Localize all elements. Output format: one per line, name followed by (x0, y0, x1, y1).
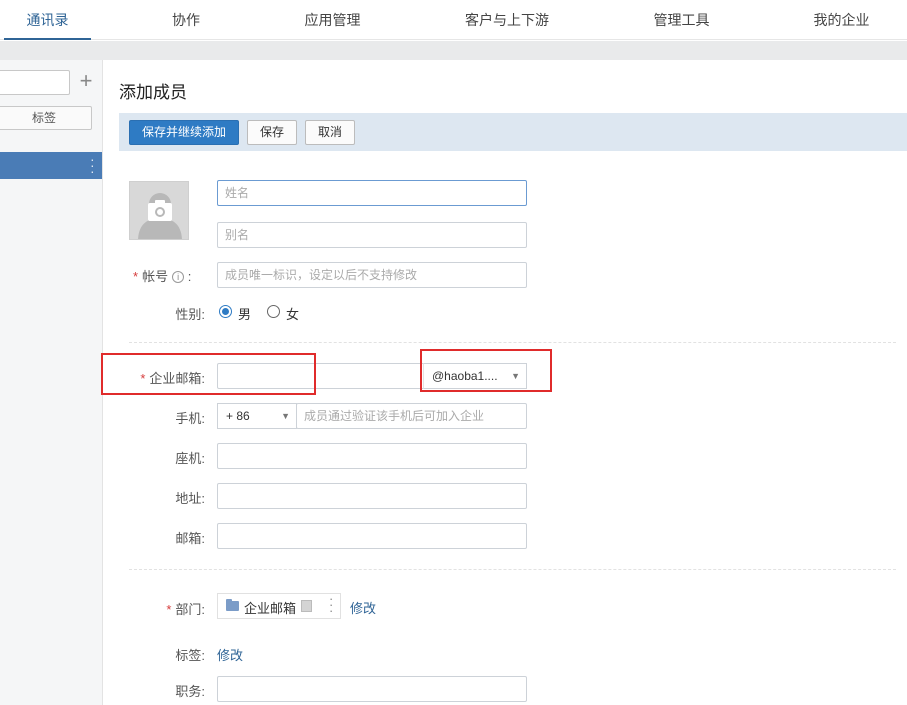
account-input[interactable]: 成员唯一标识，设定以后不支持修改 (217, 262, 527, 288)
department-label: * 部门: (140, 599, 205, 618)
required-mark: * (133, 269, 139, 284)
landline-label: 座机: (175, 451, 205, 466)
account-label: * 帐号 i : (133, 269, 192, 284)
highlight-box-domain (420, 349, 552, 392)
email-input[interactable] (217, 523, 527, 549)
save-and-continue-button[interactable]: 保存并继续添加 (129, 120, 239, 145)
alias-input[interactable]: 别名 (217, 222, 527, 248)
tab-management-tools[interactable]: 管理工具 (644, 0, 719, 40)
list-icon (301, 600, 312, 612)
gender-male-radio[interactable] (219, 305, 232, 318)
cancel-button[interactable]: 取消 (305, 120, 355, 145)
avatar[interactable] (129, 181, 189, 240)
sidebar-search-input[interactable] (0, 70, 70, 95)
more-icon[interactable]: · · · (90, 152, 95, 178)
form-toolbar: 保存并继续添加 保存 取消 (119, 113, 907, 151)
highlight-box-email (101, 353, 316, 395)
position-label: 职务: (175, 684, 205, 699)
country-code-select[interactable]: + 86 ▼ (217, 403, 297, 429)
address-input[interactable] (217, 483, 527, 509)
sidebar-tag-button[interactable]: 标签 (0, 106, 92, 130)
page-title: 添加成员 (119, 83, 187, 102)
gender-label: 性别: (175, 307, 205, 322)
more-icon[interactable]: · · · (329, 592, 333, 617)
save-button[interactable]: 保存 (247, 120, 297, 145)
tag-label: 标签: (175, 648, 205, 663)
department-name: 企业邮箱 (244, 601, 297, 616)
tag-edit-link[interactable]: 修改 (217, 645, 243, 664)
mobile-label: 手机: (175, 411, 205, 426)
account-label-text: 帐号 (142, 269, 169, 284)
address-label: 地址: (175, 491, 205, 506)
section-divider (129, 342, 896, 343)
add-icon[interactable]: + (77, 69, 95, 95)
tab-contacts[interactable]: 通讯录 (4, 0, 91, 40)
department-label-text: 部门: (175, 602, 205, 617)
mobile-input[interactable]: 成员通过验证该手机后可加入企业 (296, 403, 527, 429)
info-icon[interactable]: i (172, 271, 185, 283)
section-divider (129, 569, 896, 570)
person-avatar-icon (138, 193, 182, 239)
sidebar: + 标签 · · · (0, 60, 103, 705)
top-nav: 通讯录 协作 应用管理 客户与上下游 管理工具 我的企业 (0, 0, 907, 40)
gender-female-radio[interactable] (267, 305, 280, 318)
email-label: 邮箱: (175, 531, 205, 546)
tab-app-management[interactable]: 应用管理 (295, 0, 370, 40)
header-separator (0, 41, 907, 60)
department-chip[interactable]: 企业邮箱 · · · (217, 592, 341, 619)
required-mark: * (166, 602, 172, 617)
folder-icon (226, 599, 239, 611)
gender-female-label[interactable]: 女 (286, 304, 299, 323)
name-input[interactable]: 姓名 (217, 180, 527, 206)
tab-collaboration[interactable]: 协作 (156, 0, 216, 40)
tab-customers-partners[interactable]: 客户与上下游 (458, 0, 556, 40)
chevron-down-icon: ▼ (281, 411, 290, 421)
tab-my-enterprise[interactable]: 我的企业 (804, 0, 879, 40)
landline-input[interactable] (217, 443, 527, 469)
country-code-value: + 86 (226, 409, 250, 423)
department-edit-link[interactable]: 修改 (350, 598, 376, 617)
gender-male-label[interactable]: 男 (238, 304, 251, 323)
sidebar-item-selected[interactable]: · · · (0, 152, 102, 179)
position-input[interactable] (217, 676, 527, 702)
